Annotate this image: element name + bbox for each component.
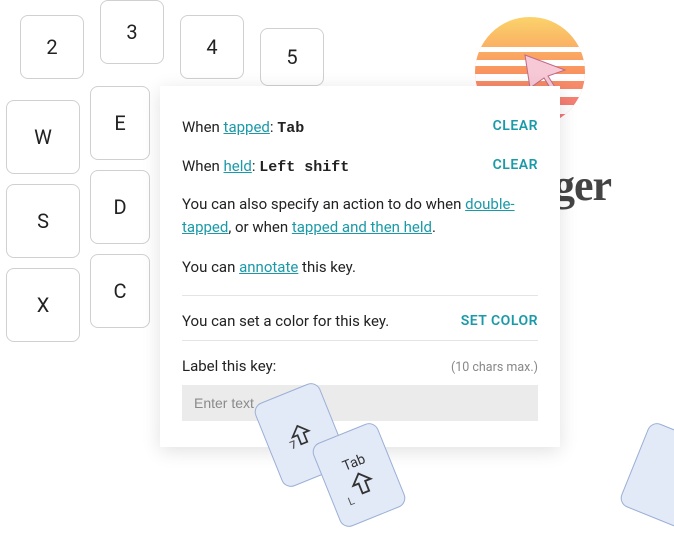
key-3[interactable]: 3	[100, 0, 164, 64]
key-5[interactable]: 5	[260, 28, 324, 86]
label-prompt: Label this key:	[182, 357, 276, 375]
annotate-text: You can annotate this key.	[182, 256, 538, 279]
extra-actions-text: You can also specify an action to do whe…	[182, 193, 538, 240]
key-x[interactable]: X	[6, 268, 80, 342]
held-definition: When held: Left shift	[182, 155, 493, 180]
divider	[182, 340, 538, 341]
tapped-link[interactable]: tapped	[224, 118, 270, 136]
key-w[interactable]: W	[6, 100, 80, 174]
divider	[182, 295, 538, 296]
clear-held-button[interactable]: CLEAR	[493, 155, 538, 176]
key-4[interactable]: 4	[180, 15, 244, 79]
key-d[interactable]: D	[90, 170, 150, 244]
annotate-link[interactable]: annotate	[239, 258, 298, 276]
key-2[interactable]: 2	[20, 15, 84, 79]
label-input[interactable]	[182, 385, 538, 421]
label-hint: (10 chars max.)	[451, 360, 538, 375]
tapped-then-held-link[interactable]: tapped and then held	[292, 218, 432, 236]
key-s[interactable]: S	[6, 184, 80, 258]
thumb-key-right[interactable]	[618, 420, 674, 530]
held-link[interactable]: held	[224, 157, 252, 175]
set-color-button[interactable]: SET COLOR	[461, 313, 538, 329]
tapped-definition: When tapped: Tab	[182, 116, 493, 141]
tapped-value: Tab	[277, 120, 304, 137]
key-e[interactable]: E	[90, 86, 150, 160]
color-text: You can set a color for this key.	[182, 312, 389, 330]
held-value: Left shift	[259, 159, 349, 176]
key-c[interactable]: C	[90, 254, 150, 328]
brand-text: ger	[553, 160, 611, 211]
clear-tapped-button[interactable]: CLEAR	[493, 116, 538, 137]
key-config-panel: When tapped: Tab CLEAR When held: Left s…	[160, 86, 560, 447]
